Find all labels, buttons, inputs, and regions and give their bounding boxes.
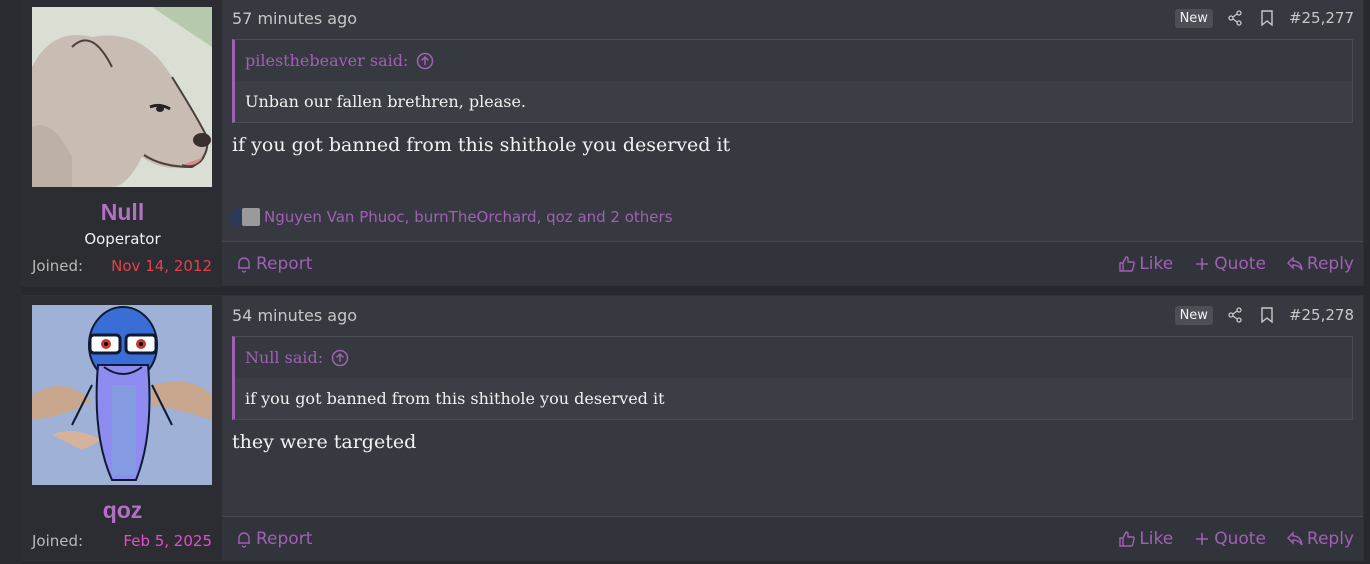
quote-author[interactable]: Null said: <box>245 348 323 367</box>
reaction-icons <box>230 208 260 226</box>
quote-label: Quote <box>1214 528 1266 549</box>
user-title: Ooperator <box>84 230 161 248</box>
reactions-text[interactable]: Nguyen Van Phuoc, burnTheOrchard, qoz an… <box>264 208 673 226</box>
username[interactable]: Null <box>23 199 222 226</box>
quote-button[interactable]: Quote <box>1193 254 1266 274</box>
avatar[interactable] <box>32 7 212 187</box>
reply-button[interactable]: Reply <box>1286 529 1354 549</box>
share-icon[interactable] <box>1225 305 1245 325</box>
thumbs-up-icon <box>1119 255 1136 272</box>
post-message: if you got banned from this shithole you… <box>232 134 731 156</box>
post-main: 54 minutes ago New #25,278 Null said: if… <box>222 296 1363 560</box>
quote-header[interactable]: pilesthebeaver said: <box>235 40 1352 81</box>
post-footer: Report Like Quote Reply <box>222 516 1363 560</box>
page-left-edge <box>0 0 22 564</box>
bell-icon <box>238 256 250 273</box>
bookmark-icon[interactable] <box>1257 305 1277 325</box>
user-info-cell: qoz Joined: Feb 5, 2025 <box>23 296 222 560</box>
plus-icon <box>1196 257 1209 270</box>
reaction-icon <box>242 208 260 226</box>
quote-text: Unban our fallen brethren, please. <box>245 92 527 111</box>
new-badge: New <box>1174 8 1213 28</box>
bell-icon <box>238 531 250 548</box>
post-message: they were targeted <box>232 431 417 453</box>
report-button[interactable]: Report <box>235 254 312 274</box>
joined-label: Joined: <box>32 257 84 275</box>
reply-icon <box>1286 255 1303 270</box>
reply-button[interactable]: Reply <box>1286 254 1354 274</box>
like-button[interactable]: Like <box>1118 529 1173 549</box>
quote-text: if you got banned from this shithole you… <box>245 389 665 408</box>
like-label: Like <box>1139 253 1174 274</box>
arrow-up-circle-icon[interactable] <box>416 52 434 70</box>
post-time[interactable]: 54 minutes ago <box>232 306 357 325</box>
quote-block: pilesthebeaver said: Unban our fallen br… <box>232 39 1353 123</box>
quote-header[interactable]: Null said: <box>235 337 1352 378</box>
post-meta: New #25,277 <box>1174 8 1354 28</box>
reply-icon <box>1286 530 1303 545</box>
post-meta: New #25,278 <box>1174 305 1354 325</box>
reply-label: Reply <box>1306 253 1354 274</box>
reply-label: Reply <box>1306 528 1354 549</box>
share-icon[interactable] <box>1225 8 1245 28</box>
joined-date: Feb 5, 2025 <box>123 532 212 550</box>
user-info-cell: Null Ooperator Joined: Nov 14, 2012 <box>23 0 222 285</box>
username[interactable]: qoz <box>23 497 222 524</box>
joined-date: Nov 14, 2012 <box>111 257 212 275</box>
post-main: 57 minutes ago New #25,277 pilesthebeave… <box>222 0 1363 285</box>
like-button[interactable]: Like <box>1118 254 1173 274</box>
post-25277: Null Ooperator Joined: Nov 14, 2012 57 m… <box>22 0 1364 286</box>
reactions-bar[interactable]: Nguyen Van Phuoc, burnTheOrchard, qoz an… <box>230 208 673 226</box>
post-time[interactable]: 57 minutes ago <box>232 9 357 28</box>
joined-label: Joined: <box>32 532 84 550</box>
report-label: Report <box>256 528 313 549</box>
plus-icon <box>1196 532 1209 545</box>
bookmark-icon[interactable] <box>1257 8 1277 28</box>
post-footer: Report Like Quote Reply <box>222 241 1363 285</box>
quote-label: Quote <box>1214 253 1266 274</box>
new-badge: New <box>1174 305 1213 325</box>
quote-author[interactable]: pilesthebeaver said: <box>245 51 408 70</box>
thumbs-up-icon <box>1119 530 1136 547</box>
quote-block: Null said: if you got banned from this s… <box>232 336 1353 420</box>
report-label: Report <box>256 253 313 274</box>
post-25278: qoz Joined: Feb 5, 2025 54 minutes ago N… <box>22 295 1364 561</box>
avatar[interactable] <box>32 305 212 485</box>
post-number[interactable]: #25,278 <box>1289 306 1354 324</box>
arrow-up-circle-icon[interactable] <box>331 349 349 367</box>
quote-button[interactable]: Quote <box>1193 529 1266 549</box>
report-button[interactable]: Report <box>235 529 312 549</box>
like-label: Like <box>1139 528 1174 549</box>
post-number[interactable]: #25,277 <box>1289 9 1354 27</box>
